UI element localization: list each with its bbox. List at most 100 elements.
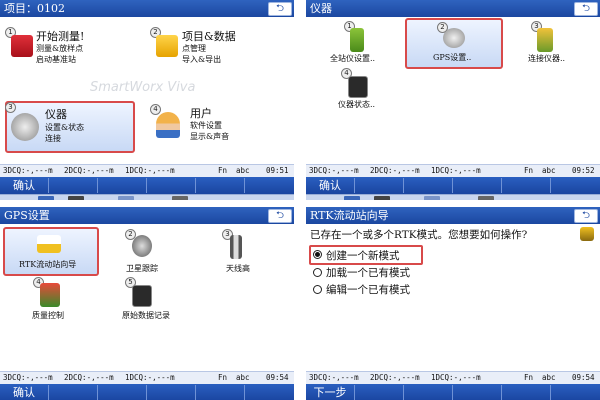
softkey-f2[interactable]	[49, 385, 98, 400]
clock: 09:54	[266, 373, 289, 382]
dcq3-readout: 3DCQ:-,---m	[3, 166, 53, 175]
softkey-f5[interactable]	[502, 178, 551, 193]
sd-card-icon	[424, 196, 440, 200]
radio-unselected[interactable]	[313, 268, 322, 277]
item-label: 连接仪器..	[528, 54, 566, 63]
sd-card-icon	[118, 196, 134, 200]
option-create-new-profile[interactable]: 创建一个新模式	[309, 245, 423, 265]
connect-instrument-icon	[537, 28, 553, 52]
back-button[interactable]: ⮌	[268, 209, 292, 223]
option-edit-existing-profile[interactable]: 编辑一个已有模式	[311, 282, 451, 296]
satellite-icon	[344, 196, 360, 200]
dcq3-readout: 3DCQ:-,---m	[309, 166, 359, 175]
dcq2-readout: 2DCQ:-,---m	[370, 373, 420, 382]
item-title: 仪器	[45, 108, 67, 121]
softkey-f5[interactable]	[502, 385, 551, 400]
dcq2-readout: 2DCQ:-,---m	[64, 373, 114, 382]
fn-indicator: Fn	[218, 166, 228, 175]
instrument-screen: 仪器 ⮌ 1 全站仪设置.. 2 GPS设置.. 3 连接仪器.. 4 仪器状态…	[306, 0, 600, 200]
softkey-bar: 确认	[0, 177, 294, 194]
camera-icon	[478, 196, 494, 200]
gear-icon	[11, 113, 39, 141]
rtk-wizard-icon	[37, 235, 61, 253]
softkey-f2[interactable]	[355, 385, 404, 400]
next-button[interactable]: 下一步	[306, 385, 355, 400]
item-label: 原始数据记录	[122, 311, 170, 320]
softkey-f3[interactable]	[98, 178, 147, 193]
confirm-button[interactable]: 确认	[0, 178, 49, 193]
softkey-f5[interactable]	[196, 385, 245, 400]
abc-indicator: abc	[542, 373, 556, 382]
back-button[interactable]: ⮌	[574, 2, 598, 16]
back-arrow-icon: ⮌	[275, 3, 284, 14]
watermark: SmartWorx Viva	[90, 80, 196, 95]
fn-indicator: Fn	[218, 373, 228, 382]
gps-receiver-icon	[68, 196, 84, 200]
user-worker-icon	[156, 112, 180, 138]
gps-settings-screen: GPS设置 ⮌ RTK流动站向导 2 卫星跟踪 3 天线高 4 质量控制 5 原…	[0, 207, 294, 400]
softkey-bar: 下一步	[306, 384, 600, 400]
fn-indicator: Fn	[524, 166, 534, 175]
status-bar: 3DCQ:-,---m 2DCQ:-,---m 1DCQ:-,---m Fn a…	[306, 371, 600, 384]
item-label: 质量控制	[32, 311, 64, 320]
item-line1: 设置&状态	[45, 123, 85, 132]
sd-card-status-icon	[348, 76, 368, 98]
back-button[interactable]: ⮌	[574, 209, 598, 223]
softkey-f4[interactable]	[453, 178, 502, 193]
softkey-f3[interactable]	[404, 178, 453, 193]
gps-receiver-icon	[374, 196, 390, 200]
dcq3-readout: 3DCQ:-,---m	[3, 373, 53, 382]
item-label: 全站仪设置..	[330, 54, 376, 63]
dcq1-readout: 1DCQ:-,---m	[431, 166, 481, 175]
dcq1-readout: 1DCQ:-,---m	[125, 373, 175, 382]
status-bar: 3DCQ:-,---m 2DCQ:-,---m 1DCQ:-,---m Fn a…	[306, 164, 600, 177]
abc-indicator: abc	[542, 166, 556, 175]
status-bar: 3DCQ:-,---m 2DCQ:-,---m 1DCQ:-,---m Fn a…	[0, 164, 294, 177]
back-button[interactable]: ⮌	[268, 2, 292, 16]
back-arrow-icon: ⮌	[581, 3, 590, 14]
radio-unselected[interactable]	[313, 285, 322, 294]
item-number: 3	[5, 102, 16, 113]
radio-selected[interactable]	[313, 250, 322, 259]
softkey-f5[interactable]	[196, 178, 245, 193]
quality-control-icon	[40, 283, 60, 307]
item-label: 卫星跟踪	[126, 264, 158, 273]
screen-title: RTK流动站向导	[310, 209, 389, 222]
abc-indicator: abc	[236, 373, 250, 382]
softkey-f6[interactable]	[245, 385, 293, 400]
softkey-f3[interactable]	[404, 385, 453, 400]
softkey-f2[interactable]	[355, 178, 404, 193]
softkey-f6[interactable]	[245, 178, 293, 193]
dcq2-readout: 2DCQ:-,---m	[370, 166, 420, 175]
dcq3-readout: 3DCQ:-,---m	[309, 373, 359, 382]
menu-item-instrument[interactable]: 3 仪器 设置&状态 连接	[5, 101, 135, 153]
item-line2: 导入&导出	[182, 55, 222, 64]
item-title: 用户	[190, 107, 212, 120]
fn-indicator: Fn	[524, 373, 534, 382]
softkey-f2[interactable]	[49, 178, 98, 193]
item-title: 项目&数据	[182, 30, 236, 43]
softkey-f3[interactable]	[98, 385, 147, 400]
status-icon-bar	[0, 194, 294, 200]
item-title: 开始测量!	[36, 30, 85, 43]
satellite-tracking-icon	[132, 235, 152, 257]
screen-title: 仪器	[310, 2, 332, 15]
wizard-wand-icon	[580, 227, 594, 241]
item-number: 4	[150, 104, 161, 115]
softkey-f6[interactable]	[551, 385, 599, 400]
softkey-f6[interactable]	[551, 178, 599, 193]
softkey-f4[interactable]	[147, 385, 196, 400]
item-line2: 显示&声音	[190, 132, 230, 141]
title-bar: GPS设置 ⮌	[0, 207, 294, 224]
menu-item-rtk-rover-wizard[interactable]: RTK流动站向导	[3, 227, 99, 276]
option-label: 编辑一个已有模式	[326, 284, 410, 296]
confirm-button[interactable]: 确认	[306, 178, 355, 193]
softkey-bar: 确认	[306, 177, 600, 194]
menu-item-gps-settings[interactable]: 2 GPS设置..	[405, 18, 503, 69]
option-label: 加载一个已有模式	[326, 267, 410, 279]
dcq2-readout: 2DCQ:-,---m	[64, 166, 114, 175]
option-load-existing-profile[interactable]: 加载一个已有模式	[311, 265, 451, 279]
confirm-button[interactable]: 确认	[0, 385, 49, 400]
softkey-f4[interactable]	[453, 385, 502, 400]
softkey-f4[interactable]	[147, 178, 196, 193]
